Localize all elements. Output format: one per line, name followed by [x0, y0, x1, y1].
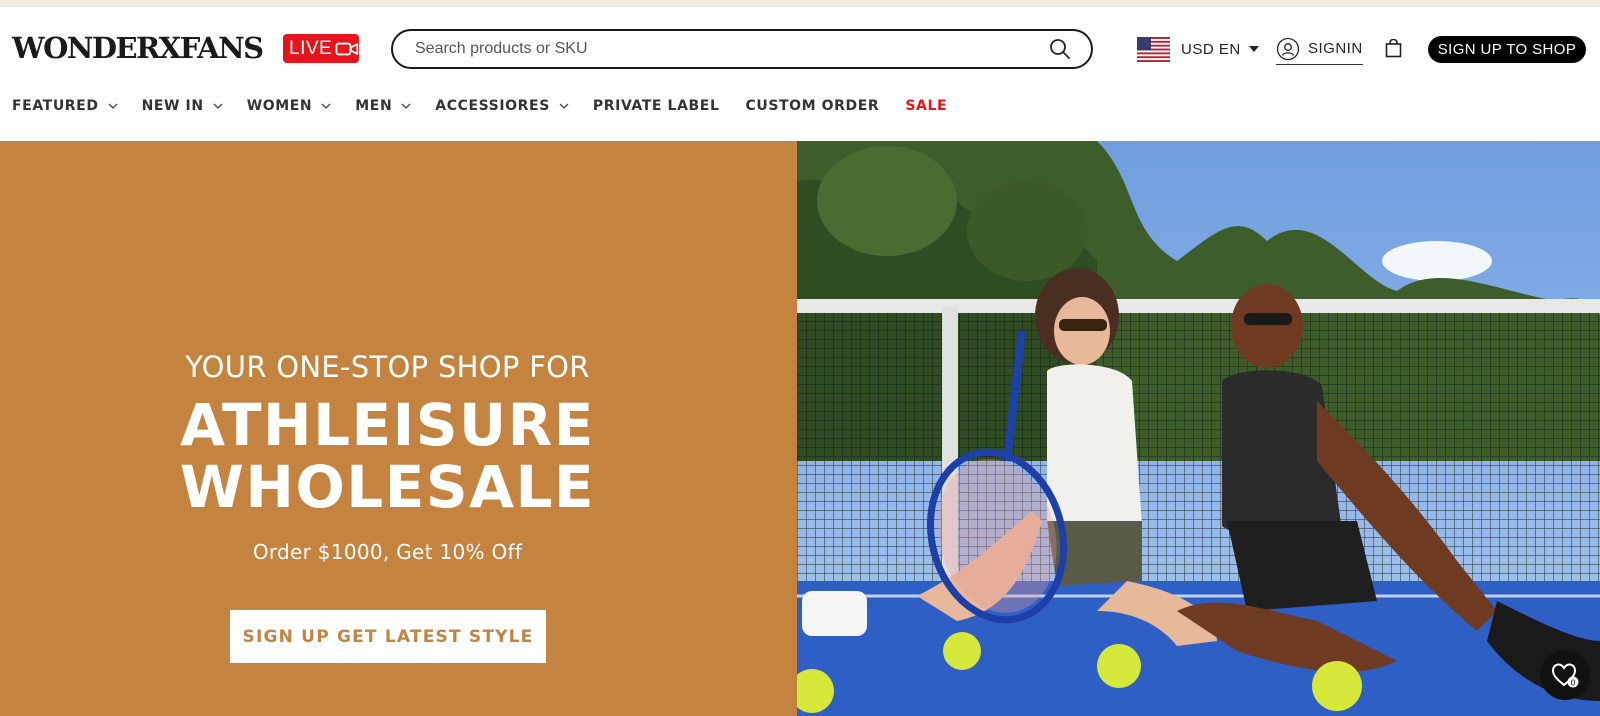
nav-item-featured[interactable]: FEATURED [12, 98, 118, 114]
hero-subtitle: Order $1000, Get 10% Off [252, 540, 523, 564]
nav-item-label: PRIVATE LABEL [592, 98, 720, 114]
wishlist-button[interactable]: 0 [1540, 650, 1590, 700]
search-icon[interactable] [1049, 38, 1071, 60]
nav-item-label: CUSTOM ORDER [745, 98, 880, 114]
site-logo[interactable]: WONDERXFANS [12, 30, 264, 66]
signin-label: SIGNIN [1308, 40, 1363, 57]
search-bar[interactable] [391, 29, 1093, 69]
nav-item-label: NEW IN [141, 98, 204, 114]
chevron-down-icon [401, 103, 411, 109]
nav-item-label: ACCESSIORES [435, 98, 550, 114]
chevron-down-icon [213, 103, 223, 109]
nav-item-accessories[interactable]: ACCESSIORES [435, 98, 569, 114]
hero-kicker: YOUR ONE-STOP SHOP FOR [185, 350, 590, 384]
nav-item-men[interactable]: MEN [355, 98, 411, 114]
nav-item-women[interactable]: WOMEN [247, 98, 332, 114]
nav-item-label: SALE [905, 98, 948, 114]
search-input[interactable] [415, 40, 1049, 58]
us-flag-icon [1137, 36, 1170, 62]
signin-link[interactable]: SIGNIN [1276, 35, 1363, 65]
hero-image [797, 141, 1600, 716]
hero-title-line2: WHOLESALE [179, 453, 596, 521]
wishlist-count: 0 [1570, 678, 1575, 687]
chevron-down-icon [321, 103, 331, 109]
nav-item-label: FEATURED [12, 98, 99, 114]
main-nav: FEATURED NEW IN WOMEN MEN ACCESSIORES PR… [12, 96, 947, 116]
signup-latest-style-button[interactable]: SIGN UP GET LATEST STYLE [230, 610, 546, 663]
currency-label: USD EN [1181, 40, 1241, 58]
video-camera-icon [335, 42, 359, 55]
chevron-down-icon [559, 103, 569, 109]
nav-item-new-in[interactable]: NEW IN [142, 98, 223, 114]
shopping-bag-icon[interactable] [1385, 39, 1402, 58]
chevron-down-icon [108, 103, 118, 109]
nav-item-custom-order[interactable]: CUSTOM ORDER [745, 98, 879, 114]
hero-title-line1: ATHLEISURE [180, 391, 595, 459]
nav-item-sale[interactable]: SALE [905, 98, 947, 114]
top-announcement-strip [0, 0, 1600, 7]
signup-to-shop-button[interactable]: SIGN UP TO SHOP [1428, 36, 1586, 63]
heart-icon: 0 [1551, 663, 1579, 688]
nav-item-private-label[interactable]: PRIVATE LABEL [593, 98, 720, 114]
user-icon [1276, 37, 1300, 60]
currency-language-selector[interactable]: USD EN [1137, 35, 1259, 63]
live-badge-label: LIVE [289, 37, 333, 59]
nav-item-label: MEN [355, 98, 393, 114]
caret-down-icon [1248, 46, 1259, 52]
live-badge[interactable]: LIVE [283, 34, 359, 63]
nav-item-label: WOMEN [246, 98, 313, 114]
